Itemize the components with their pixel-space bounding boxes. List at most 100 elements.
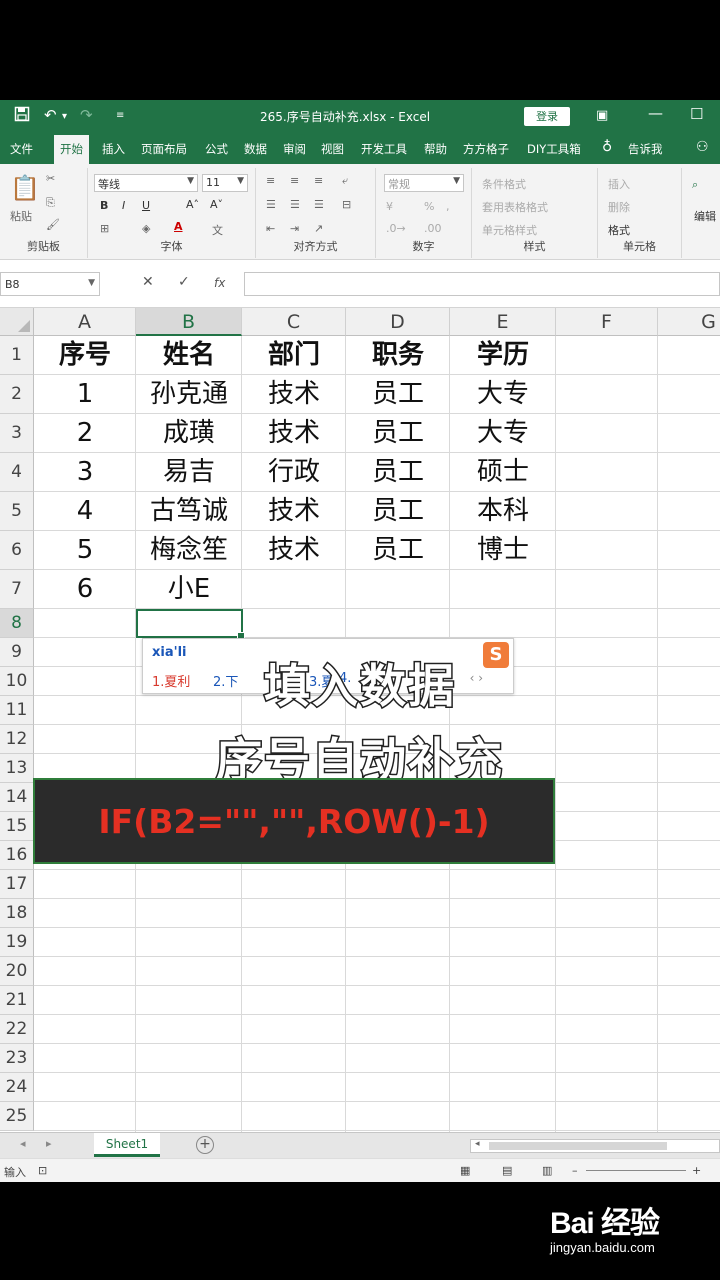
table-cell[interactable]: 古笃诚 [136,492,242,531]
orientation-icon[interactable]: ↗ [314,222,323,235]
fill-color-icon[interactable]: ◈ [142,222,150,235]
sheet-tab-sheet1[interactable]: Sheet1 [94,1133,160,1157]
table-cell[interactable]: 员工 [346,531,450,570]
insert-cells-button[interactable]: 插入 [608,176,630,192]
macro-record-icon[interactable]: ⊡ [38,1164,47,1177]
next-sheet-icon[interactable]: ▸ [46,1137,52,1150]
tab-developer[interactable]: 开发工具 [361,141,407,157]
find-icon[interactable]: ⌕ [692,178,698,192]
table-cell[interactable] [450,570,556,609]
row-header-8[interactable]: 8 [0,609,34,638]
tab-view[interactable]: 视图 [321,141,344,157]
tab-tell-me[interactable]: 告诉我 [628,141,663,157]
column-header-g[interactable]: G [658,308,720,336]
column-header-f[interactable]: F [556,308,658,336]
normal-view-icon[interactable]: ▦ [460,1164,470,1177]
column-header-e[interactable]: E [450,308,556,336]
table-cell[interactable]: 行政 [242,453,346,492]
format-cells-button[interactable]: 格式 [608,222,630,238]
page-break-view-icon[interactable]: ▥ [542,1164,552,1177]
conditional-formatting-button[interactable]: 条件格式 [482,176,526,192]
table-cell[interactable]: 2 [34,414,136,453]
insert-function-icon[interactable]: fx [214,276,225,290]
horizontal-scrollbar[interactable]: ◂ [470,1139,720,1153]
scrollbar-thumb[interactable] [489,1142,667,1150]
cut-icon[interactable]: ✂ [46,172,55,185]
row-header-7[interactable]: 7 [0,570,34,609]
row-header-3[interactable]: 3 [0,414,34,453]
row-header-16[interactable]: 16 [0,841,34,870]
table-cell[interactable]: 孙克通 [136,375,242,414]
align-center-icon[interactable]: ☰ [290,198,300,211]
select-all-button[interactable] [0,308,34,336]
header-cell[interactable]: 职务 [346,336,450,375]
zoom-in-icon[interactable]: + [692,1164,701,1177]
cell-styles-button[interactable]: 单元格样式 [482,222,537,238]
table-cell[interactable]: 1 [34,375,136,414]
table-cell[interactable] [346,570,450,609]
copy-icon[interactable]: ⎘ [46,196,55,210]
table-cell[interactable]: 员工 [346,414,450,453]
undo-icon[interactable]: ↶ [44,106,57,124]
comma-icon[interactable]: , [446,200,450,213]
align-left-icon[interactable]: ☰ [266,198,276,211]
tab-home[interactable]: 开始 [54,135,89,164]
header-cell[interactable]: 序号 [34,336,136,375]
table-cell[interactable]: 硕士 [450,453,556,492]
borders-icon[interactable]: ⊞ [100,222,109,235]
minimize-icon[interactable]: — [648,104,663,122]
tab-formulas[interactable]: 公式 [205,141,228,157]
align-middle-icon[interactable]: ≡ [290,174,299,187]
row-header-24[interactable]: 24 [0,1073,34,1102]
indent-increase-icon[interactable]: ⇥ [290,222,299,235]
font-size-combo[interactable]: 11 ▼ [202,174,248,192]
row-header-23[interactable]: 23 [0,1044,34,1073]
zoom-slider[interactable] [586,1170,686,1171]
font-name-combo[interactable]: 等线 ▼ [94,174,198,192]
header-cell[interactable]: 姓名 [136,336,242,375]
font-color-icon[interactable]: A [174,220,183,233]
ribbon-display-icon[interactable]: ▣ [596,108,608,123]
enter-icon[interactable]: ✓ [178,274,190,290]
row-header-25[interactable]: 25 [0,1102,34,1131]
column-header-b[interactable]: B [136,308,242,336]
table-cell[interactable]: 员工 [346,453,450,492]
row-header-1[interactable]: 1 [0,336,34,375]
table-cell[interactable]: 博士 [450,531,556,570]
table-cell[interactable]: 成璜 [136,414,242,453]
row-header-15[interactable]: 15 [0,812,34,841]
add-sheet-button[interactable]: + [196,1136,214,1154]
table-cell[interactable]: 4 [34,492,136,531]
editing-label[interactable]: 编辑 [694,208,716,224]
paste-label[interactable]: 粘贴 [10,208,32,224]
cancel-icon[interactable]: ✕ [142,274,154,290]
row-header-6[interactable]: 6 [0,531,34,570]
delete-cells-button[interactable]: 删除 [608,199,630,215]
table-cell[interactable]: 本科 [450,492,556,531]
tab-diy-toolbox[interactable]: DIY工具箱 [527,141,581,157]
table-cell[interactable]: 技术 [242,492,346,531]
row-header-4[interactable]: 4 [0,453,34,492]
table-cell[interactable]: 易吉 [136,453,242,492]
tab-data[interactable]: 数据 [244,141,267,157]
wrap-text-icon[interactable]: ⤶ [342,174,348,188]
tab-help[interactable]: 帮助 [424,141,447,157]
active-cell-b8[interactable] [136,609,245,640]
column-header-c[interactable]: C [242,308,346,336]
column-header-a[interactable]: A [34,308,136,336]
customize-toolbar-icon[interactable]: ≡ [116,110,124,121]
tab-file[interactable]: 文件 [10,141,33,157]
decrease-decimal-icon[interactable]: .00 [424,222,442,235]
align-top-icon[interactable]: ≡ [266,174,275,187]
header-cell[interactable]: 学历 [450,336,556,375]
redo-icon[interactable]: ↷ [80,106,93,124]
tab-fangfang[interactable]: 方方格子 [463,141,509,157]
row-header-22[interactable]: 22 [0,1015,34,1044]
shrink-font-icon[interactable]: A˅ [210,198,223,211]
table-cell[interactable]: 5 [34,531,136,570]
row-header-17[interactable]: 17 [0,870,34,899]
table-cell[interactable]: 3 [34,453,136,492]
login-button[interactable]: 登录 [524,107,570,126]
format-as-table-button[interactable]: 套用表格格式 [482,199,548,215]
align-bottom-icon[interactable]: ≡ [314,174,323,187]
